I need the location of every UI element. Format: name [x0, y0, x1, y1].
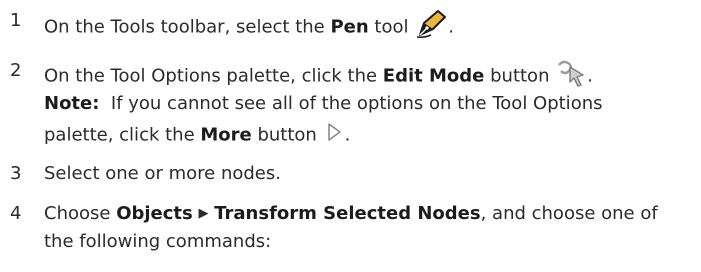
- menu-transform-selected-nodes: Transform Selected Nodes: [214, 203, 481, 224]
- step-number: 4: [10, 203, 22, 224]
- step-number: 2: [10, 60, 22, 81]
- menu-arrow-icon: ▶: [198, 206, 209, 221]
- note-label: Note:: [44, 93, 100, 114]
- step-text-cont: the following commands:: [44, 231, 272, 252]
- step-text: On the Tool Options palette, click the E…: [44, 59, 593, 94]
- pen-term: Pen: [330, 16, 369, 38]
- more-arrow-icon: [323, 121, 345, 150]
- edit-mode-icon: [555, 59, 587, 94]
- more-term: More: [200, 124, 252, 146]
- step-number: 3: [10, 163, 22, 184]
- edit-mode-term: Edit Mode: [382, 65, 485, 87]
- pen-nib-icon: [414, 9, 448, 46]
- step-text: On the Tools toolbar, select the Pen too…: [44, 9, 454, 46]
- note-line-1: Note: If you cannot see all of the optio…: [44, 93, 603, 114]
- menu-objects: Objects: [116, 203, 193, 224]
- note-line-2: palette, click the More button .: [44, 121, 350, 150]
- step-number: 1: [10, 10, 22, 31]
- step-text: Select one or more nodes.: [44, 163, 281, 184]
- step-text: Choose Objects ▶ Transform Selected Node…: [44, 203, 658, 224]
